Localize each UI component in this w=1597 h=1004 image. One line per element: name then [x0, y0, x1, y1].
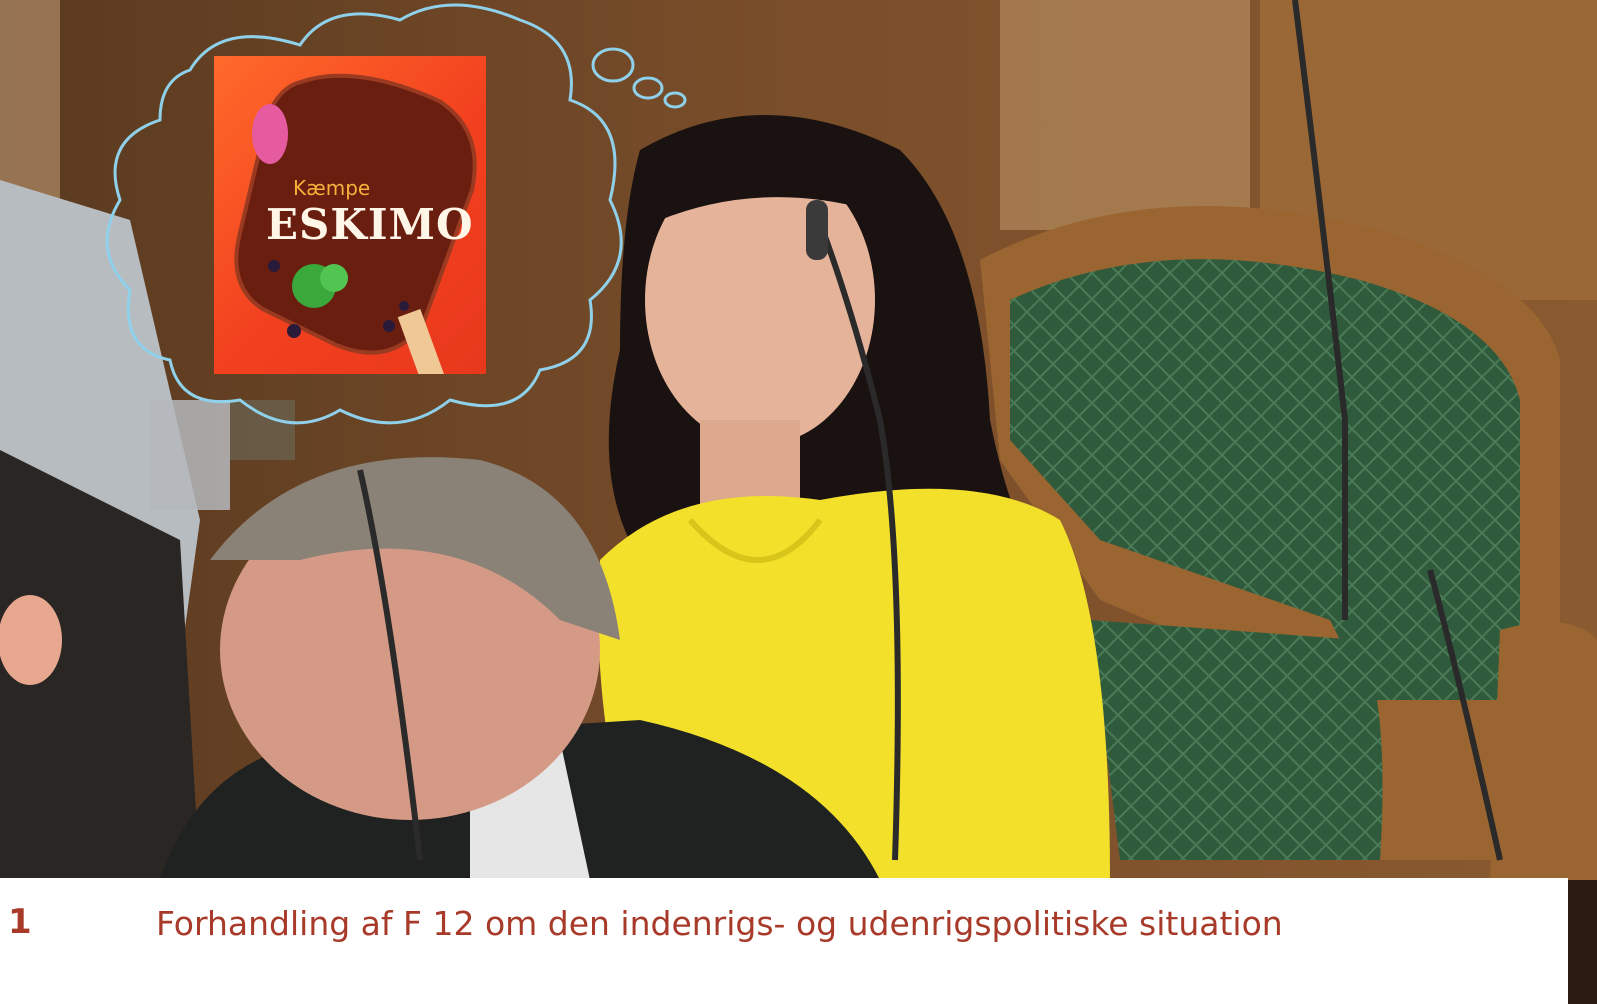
chair-right-edge [1490, 622, 1597, 880]
chair-seat-lower [1090, 620, 1383, 860]
caption-number: 1 [8, 902, 32, 942]
microphone-head-center [806, 200, 828, 260]
pixelated-area [150, 400, 230, 510]
ad-brand-text: ESKIMO [266, 200, 474, 249]
photo-scene: Kæmpe ESKIMO 1 Forhandling af F 12 om de… [0, 0, 1597, 1004]
ad-small-text: Kæmpe [293, 176, 371, 200]
caption-text: Forhandling af F 12 om den indenrigs- og… [156, 904, 1283, 943]
wall-highlight [1000, 0, 1250, 230]
left-hand [0, 595, 62, 685]
pixelated-area-2 [230, 400, 295, 460]
